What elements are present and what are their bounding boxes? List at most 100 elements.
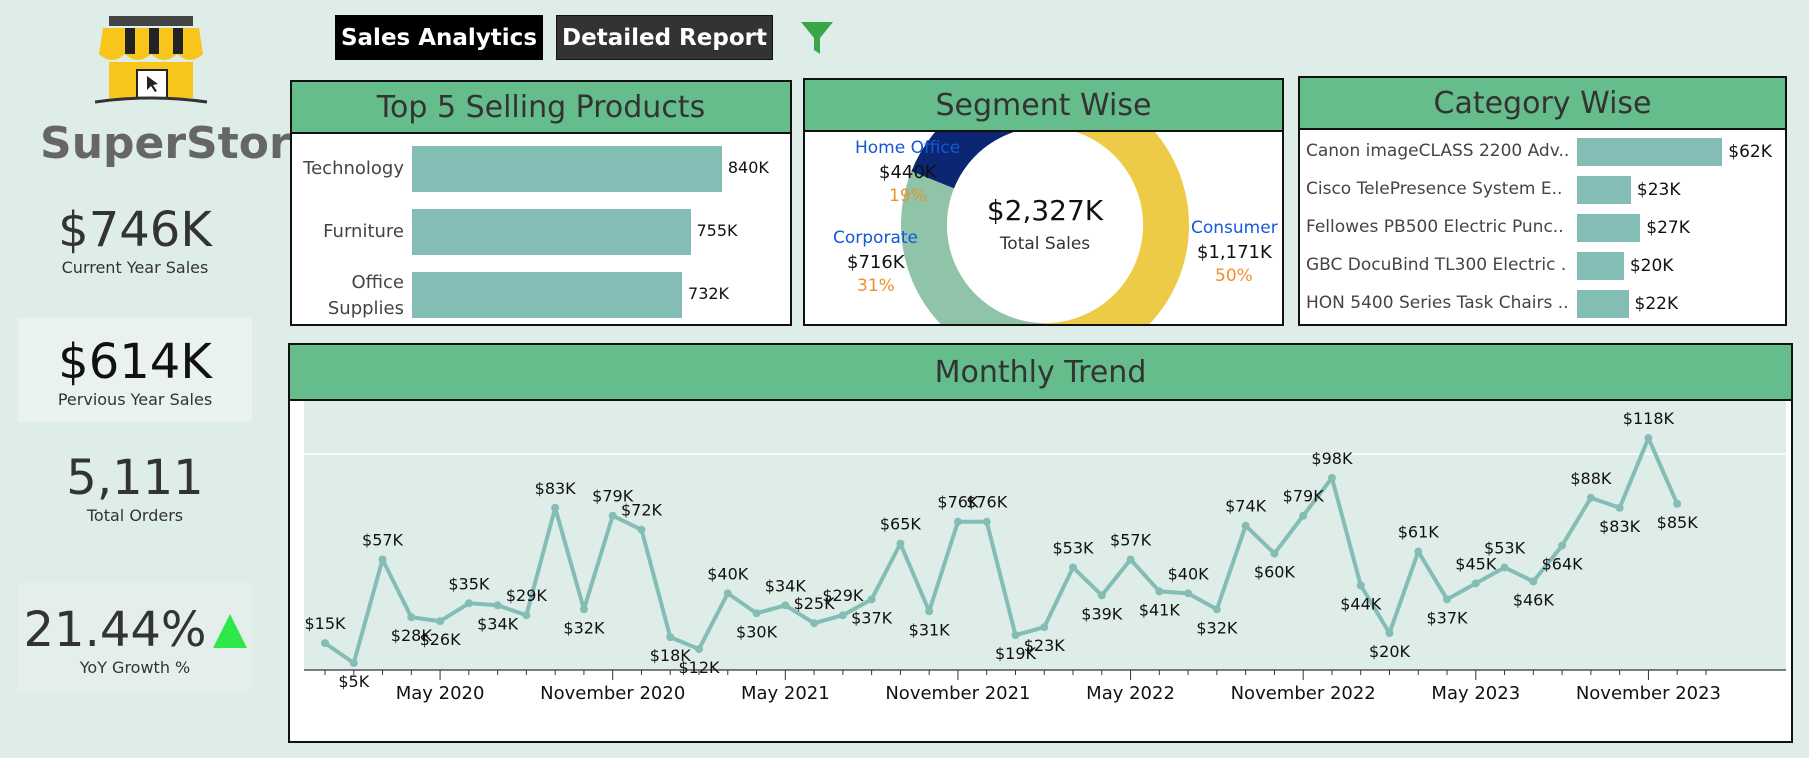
trend-point[interactable] <box>666 633 675 642</box>
trend-data-label: $72K <box>621 501 663 520</box>
trend-point[interactable] <box>925 607 934 616</box>
trend-point[interactable] <box>838 611 847 620</box>
trend-data-label: $88K <box>1570 469 1612 488</box>
trend-point[interactable] <box>349 659 358 667</box>
trend-point[interactable] <box>321 639 329 648</box>
donut-hole <box>947 132 1143 323</box>
trend-data-label: $76K <box>966 493 1008 512</box>
trend-data-label: $40K <box>707 564 749 583</box>
segment-pct-consumer: 50% <box>1215 266 1253 286</box>
trend-point[interactable] <box>810 619 819 628</box>
trend-data-label: $20K <box>1369 642 1411 661</box>
trend-point[interactable] <box>1673 499 1682 508</box>
top5-category-label: Technology <box>303 158 404 179</box>
segment-panel: Segment Wise $2,327K Total Sales Home Of… <box>803 78 1284 326</box>
trend-data-label: $44K <box>1340 594 1382 613</box>
trend-data-label: $83K <box>535 479 577 498</box>
trend-point[interactable] <box>1299 511 1308 520</box>
trend-data-label: $83K <box>1599 517 1641 536</box>
trend-point[interactable] <box>867 595 876 604</box>
top5-category-label: Furniture <box>323 221 404 242</box>
store-logo-icon <box>94 14 210 109</box>
trend-point[interactable] <box>1126 555 1135 564</box>
trend-point[interactable] <box>551 503 560 512</box>
trend-data-label: $98K <box>1311 449 1353 468</box>
trend-point[interactable] <box>378 555 387 564</box>
trend-data-label: $53K <box>1484 538 1526 557</box>
trend-point[interactable] <box>1500 563 1509 572</box>
kpi-label: Total Orders <box>86 506 184 525</box>
trend-point[interactable] <box>1586 493 1595 502</box>
trend-point[interactable] <box>1356 581 1365 590</box>
trend-x-tick-label: May 2023 <box>1431 683 1520 704</box>
trend-x-tick-label: November 2021 <box>885 683 1030 704</box>
trend-point[interactable] <box>1184 589 1193 598</box>
trend-data-label: $64K <box>1542 555 1584 574</box>
trend-point[interactable] <box>1385 629 1394 638</box>
category-value-label: $23K <box>1636 180 1681 200</box>
trend-point[interactable] <box>896 539 905 548</box>
segment-chart: $2,327K Total Sales Home Office $440K 19… <box>805 132 1282 324</box>
trend-point[interactable] <box>781 601 790 610</box>
trend-point[interactable] <box>1644 434 1653 443</box>
kpi-value: 21.44% <box>23 602 207 658</box>
trend-point[interactable] <box>436 617 445 626</box>
trend-point[interactable] <box>695 645 704 654</box>
category-panel: Category Wise Canon imageCLASS 2200 Adv.… <box>1298 76 1787 326</box>
sales-analytics-button[interactable]: Sales Analytics <box>335 15 543 60</box>
brand-name: SuperStore <box>40 118 321 169</box>
trend-data-label: $85K <box>1657 513 1699 532</box>
trend-point[interactable] <box>953 517 962 526</box>
segment-value-home-office: $440K <box>879 162 937 183</box>
trend-x-tick-label: November 2022 <box>1231 683 1376 704</box>
trend-point[interactable] <box>1443 595 1452 604</box>
panel-title: Segment Wise <box>805 80 1282 132</box>
trend-point[interactable] <box>723 589 732 598</box>
top5-value-label: 755K <box>696 221 738 240</box>
trend-point[interactable] <box>1615 503 1624 512</box>
category-value-label: $20K <box>1629 256 1674 276</box>
trend-point[interactable] <box>1558 541 1567 550</box>
donut-center-label: Total Sales <box>999 234 1091 254</box>
trend-point[interactable] <box>1155 587 1164 596</box>
trend-point[interactable] <box>1270 549 1279 558</box>
trend-point[interactable] <box>522 611 531 620</box>
trend-data-label: $60K <box>1254 563 1296 582</box>
trend-point[interactable] <box>1212 605 1221 614</box>
trend-x-tick-label: May 2021 <box>741 683 830 704</box>
trend-point[interactable] <box>407 613 416 622</box>
trend-point[interactable] <box>464 599 473 608</box>
trend-point[interactable] <box>1327 473 1336 482</box>
trend-point[interactable] <box>1471 579 1480 588</box>
trend-point[interactable] <box>1241 521 1250 530</box>
category-item-label: GBC DocuBind TL300 Electric .. <box>1306 255 1568 275</box>
trend-point[interactable] <box>1040 623 1049 632</box>
trend-point[interactable] <box>608 511 617 520</box>
trend-data-label: $32K <box>563 618 605 637</box>
trend-data-label: $32K <box>1196 618 1238 637</box>
trend-data-label: $37K <box>1427 608 1469 627</box>
trend-data-label: $61K <box>1398 523 1440 542</box>
trend-data-label: $29K <box>822 586 864 605</box>
category-item-label: Cisco TelePresence System E.. <box>1306 179 1563 199</box>
trend-point[interactable] <box>493 601 502 610</box>
category-bar <box>1577 252 1624 280</box>
trend-point[interactable] <box>637 525 646 534</box>
filter-icon[interactable] <box>800 20 834 56</box>
up-arrow-icon <box>212 614 247 648</box>
trend-data-label: $57K <box>362 531 404 550</box>
trend-point[interactable] <box>1011 631 1020 640</box>
top5-value-label: 732K <box>688 284 730 303</box>
trend-x-tick-label: November 2020 <box>540 683 685 704</box>
detailed-report-button[interactable]: Detailed Report <box>556 15 773 60</box>
trend-point[interactable] <box>1069 563 1078 572</box>
trend-point[interactable] <box>1097 591 1106 600</box>
trend-data-label: $74K <box>1225 497 1267 516</box>
trend-point[interactable] <box>579 605 588 614</box>
top5-bar <box>412 146 722 192</box>
trend-point[interactable] <box>752 609 761 618</box>
kpi-value: 5,111 <box>66 450 204 506</box>
trend-point[interactable] <box>1529 577 1538 586</box>
trend-point[interactable] <box>1414 547 1423 556</box>
trend-point[interactable] <box>982 517 991 526</box>
